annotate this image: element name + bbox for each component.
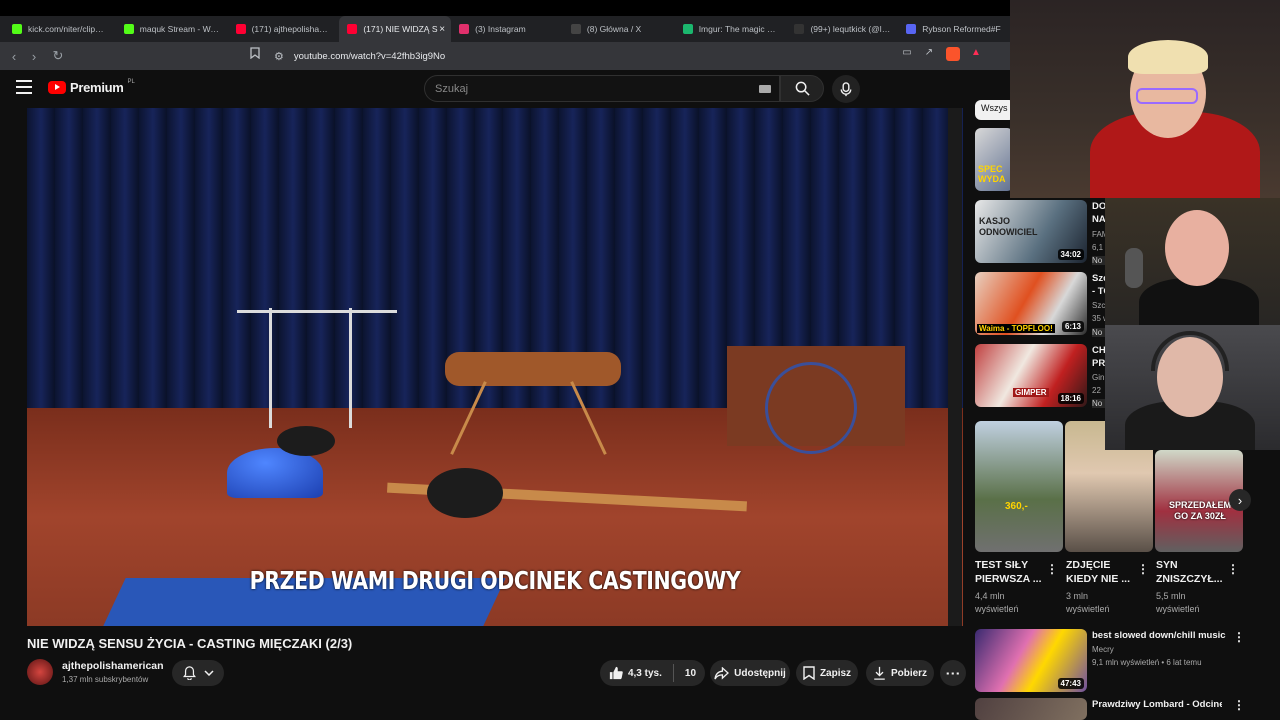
- video-menu-icon[interactable]: ⋮: [1233, 630, 1245, 644]
- imgur-icon: [682, 24, 693, 34]
- short-menu-icon[interactable]: ⋮: [1046, 562, 1058, 576]
- menu-icon[interactable]: [16, 80, 32, 94]
- url-text: youtube.com/watch?v=42fhb3ig9No: [293, 50, 446, 62]
- keyboard-icon[interactable]: [759, 85, 771, 93]
- save-playlist-icon: [803, 666, 815, 680]
- kick-icon: [123, 24, 134, 34]
- video-subtitle: PRZED WAMI DRUGI ODCINEK CASTINGOWY: [249, 566, 741, 595]
- brave-rewards-icon[interactable]: ▲: [969, 47, 983, 61]
- video-duration: 18:16: [1057, 393, 1084, 404]
- address-bar: ‹ › ↻ ⚙ youtube.com/watch?v=42fhb3ig9No …: [0, 42, 1010, 70]
- scrollbar[interactable]: [948, 108, 962, 626]
- browser-tab[interactable]: (171) ajthepolishameric: [228, 16, 340, 42]
- thumbs-up-icon: [609, 666, 623, 680]
- short-menu-icon[interactable]: ⋮: [1227, 562, 1239, 576]
- browser-tab[interactable]: kick.com/niter/clips/cli: [4, 16, 116, 42]
- download-button[interactable]: Pobierz: [866, 660, 934, 686]
- notifications-button[interactable]: [172, 660, 224, 686]
- recommended-title[interactable]: best slowed down/chill music: [1092, 630, 1232, 641]
- back-icon[interactable]: ‹: [4, 49, 24, 64]
- youtube-logo[interactable]: Premium PL: [48, 79, 135, 95]
- short-views: 3 mln wyświetleń: [1066, 591, 1110, 614]
- forward-icon[interactable]: ›: [24, 49, 44, 64]
- youtube-icon: [235, 24, 246, 34]
- chevron-down-icon: [203, 670, 214, 676]
- more-actions-button[interactable]: ⋮: [940, 660, 966, 686]
- recommended-title[interactable]: CH: [1092, 345, 1106, 356]
- subscriber-count: 1,37 mln subskrybentów: [62, 675, 149, 684]
- like-button[interactable]: 4,3 tys.: [609, 666, 662, 680]
- recommended-thumbnail[interactable]: Waima - TOPFLOO! 6:13: [975, 272, 1087, 335]
- recommended-thumbnail[interactable]: SPEC WYDA: [975, 128, 1013, 191]
- discord-icon: [906, 24, 917, 34]
- filter-chip[interactable]: Wszys: [975, 100, 1015, 120]
- browser-tab[interactable]: Rybson Reformed#F: [898, 16, 1010, 42]
- youtube-header: Premium PL Szukaj: [0, 70, 1010, 108]
- webcam-overlay: [1105, 325, 1280, 450]
- recommended-meta: 9,1 mln wyświetleń • 6 lat temu: [1092, 658, 1202, 667]
- channel-avatar[interactable]: [27, 659, 53, 685]
- webcam-overlay: [1105, 198, 1280, 325]
- shorts-next-button[interactable]: ›: [1229, 489, 1251, 511]
- browser-tab[interactable]: (3) Instagram: [451, 16, 563, 42]
- dislike-button[interactable]: 10: [685, 668, 696, 679]
- channel-name[interactable]: ajthepolishamerican: [62, 660, 164, 672]
- video-title: NIE WIDZĄ SENSU ŻYCIA - CASTING MIĘCZAKI…: [27, 636, 353, 651]
- browser-tab-bar: kick.com/niter/clips/cli maquk Stream - …: [0, 0, 1010, 42]
- search-button[interactable]: [780, 75, 824, 102]
- browser-tab[interactable]: Imgur: The magic of th: [675, 16, 787, 42]
- youtube-play-icon: [48, 81, 66, 94]
- recommended-channel[interactable]: Mecry: [1092, 645, 1232, 654]
- reload-icon[interactable]: ↻: [48, 48, 68, 64]
- browser-tab[interactable]: (8) Główna / X: [563, 16, 675, 42]
- voice-search-button[interactable]: [832, 75, 860, 103]
- recommended-title[interactable]: Szc: [1092, 273, 1106, 284]
- short-title[interactable]: ZDJĘCIE KIEDY NIE ...: [1066, 558, 1136, 586]
- short-title[interactable]: SYN ZNISZCZYŁ...: [1156, 558, 1228, 586]
- bell-icon: [182, 666, 196, 680]
- recommended-thumbnail[interactable]: 47:43: [975, 629, 1087, 692]
- instagram-icon: [459, 24, 470, 34]
- site-settings-icon[interactable]: ⚙: [274, 50, 284, 63]
- short-views: 4,4 mln wyświetleń: [975, 591, 1019, 614]
- youtube-icon: [347, 24, 358, 34]
- microphone-icon: [840, 81, 852, 96]
- search-icon: [795, 81, 810, 96]
- share-button[interactable]: Udostępnij: [710, 660, 790, 686]
- x-icon: [570, 24, 581, 34]
- like-dislike-group: 4,3 tys. 10: [600, 660, 705, 686]
- save-button[interactable]: Zapisz: [796, 660, 858, 686]
- chevron-right-icon: ›: [1237, 492, 1243, 508]
- browser-tab[interactable]: (99+) lequtkick (@lequ: [786, 16, 898, 42]
- webcam-overlay: [1010, 0, 1280, 198]
- brave-shield-icon[interactable]: [946, 47, 960, 61]
- cast-icon[interactable]: ▭: [900, 47, 914, 61]
- share-icon: [714, 666, 730, 680]
- screen: kick.com/niter/clips/cli maquk Stream - …: [0, 0, 1280, 720]
- recommended-title[interactable]: Prawdziwy Lombard - Odcinek: [1092, 699, 1222, 710]
- browser-tab-active[interactable]: (171) NIE WIDZĄ S ×: [339, 16, 452, 42]
- recommended-thumbnail[interactable]: [975, 698, 1087, 720]
- recommended-title[interactable]: DO: [1092, 201, 1106, 212]
- video-duration: 6:13: [1061, 321, 1084, 332]
- video-duration: 47:43: [1057, 678, 1084, 689]
- video-menu-icon[interactable]: ⋮: [1233, 698, 1245, 712]
- bookmark-icon[interactable]: [248, 47, 262, 61]
- share-icon[interactable]: ↗: [922, 47, 936, 61]
- browser-tab[interactable]: maquk Stream - Watch: [116, 16, 228, 42]
- kick-icon: [12, 24, 22, 34]
- video-duration: 34:02: [1057, 249, 1084, 260]
- short-title[interactable]: TEST SIŁY PIERWSZA ...: [975, 558, 1045, 586]
- short-views: 5,5 mln wyświetleń: [1156, 591, 1200, 614]
- short-menu-icon[interactable]: ⋮: [1137, 562, 1149, 576]
- short-thumbnail[interactable]: 360,-: [975, 421, 1063, 552]
- video-player[interactable]: PRZED WAMI DRUGI ODCINEK CASTINGOWY: [27, 108, 963, 626]
- close-tab-icon[interactable]: ×: [439, 24, 445, 35]
- search-input[interactable]: Szukaj: [424, 75, 780, 102]
- recommended-thumbnail[interactable]: GIMPER 18:16: [975, 344, 1087, 407]
- tiktok-icon: [794, 24, 805, 34]
- recommended-thumbnail[interactable]: KASJO ODNOWICIEL 34:02: [975, 200, 1087, 263]
- download-icon: [874, 666, 885, 680]
